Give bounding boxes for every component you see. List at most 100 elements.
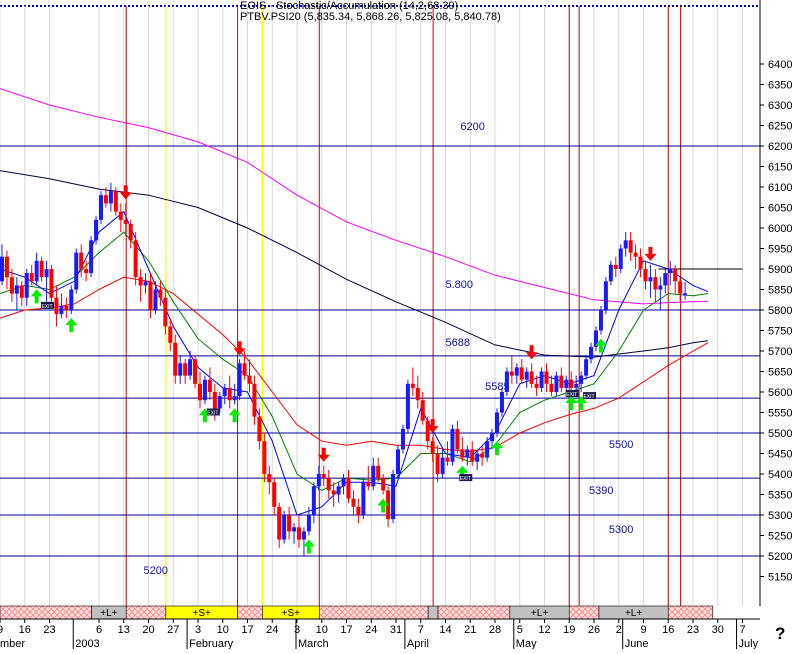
candle-body: [331, 490, 336, 495]
x-tick-label: 16: [19, 624, 31, 636]
candle-body: [678, 281, 683, 294]
candle-body: [564, 379, 569, 388]
signal-band: [667, 605, 714, 620]
x-tick-label: 2: [616, 624, 622, 636]
candle-body: [252, 383, 257, 417]
candle-body: [410, 383, 415, 388]
candle-body: [282, 515, 287, 540]
y-tick-label: 5200: [768, 551, 792, 563]
candle-body: [470, 449, 475, 462]
signal-band: [427, 605, 439, 620]
y-tick-label: 6300: [768, 100, 792, 112]
x-tick-label: 12: [538, 624, 550, 636]
candle-body: [529, 371, 534, 384]
chart-header: EOIS · Stochastic/Accumulation (14,2,68.…: [240, 0, 760, 24]
candle-body: [435, 453, 440, 474]
candle-body: [673, 269, 678, 282]
x-tick-label: 7: [418, 624, 424, 636]
candle-body: [193, 359, 198, 384]
candle-body: [321, 474, 326, 479]
x-tick-label: 21: [464, 624, 476, 636]
candle-body: [148, 281, 153, 310]
candle-body: [24, 273, 29, 298]
month-label: mber: [0, 638, 25, 649]
x-tick-label: 24: [266, 624, 278, 636]
exit-marker-label: EXIT: [207, 411, 218, 417]
candle-body: [346, 478, 351, 499]
candle-body: [69, 289, 74, 310]
candle-body: [519, 367, 524, 380]
candle-body: [668, 269, 673, 274]
y-tick-label: 5500: [768, 428, 792, 440]
x-tick-label: 10: [217, 624, 229, 636]
candle-body: [554, 375, 559, 392]
y-tick-label: 6250: [768, 121, 792, 133]
candle-body: [242, 363, 247, 376]
candle-body: [544, 371, 549, 384]
candle-body: [341, 478, 346, 487]
candle-body: [524, 371, 529, 380]
candle-body: [94, 219, 99, 241]
candle-body: [89, 240, 94, 274]
y-tick-label: 6150: [768, 162, 792, 174]
candle-body: [19, 285, 24, 298]
candle-body: [198, 383, 202, 401]
y-tick-label: 5400: [768, 469, 792, 481]
candle-body: [222, 387, 227, 397]
x-tick-label: 20: [142, 624, 154, 636]
signal-band-label: +S+: [282, 608, 301, 619]
exit-marker: EXIT: [41, 301, 55, 310]
candle-body: [138, 277, 143, 286]
candle-body: [123, 219, 128, 224]
candle-body: [311, 486, 316, 515]
candle-body: [183, 363, 188, 376]
month-label: May: [516, 638, 537, 649]
candle-body: [371, 465, 376, 487]
candle-body: [188, 359, 193, 376]
candle-body: [49, 269, 54, 298]
candle-body: [128, 223, 133, 241]
x-tick-label: 10: [316, 624, 328, 636]
x-tick-label: 27: [167, 624, 179, 636]
candle-body: [425, 420, 430, 442]
candle-body: [54, 297, 59, 315]
candle-body: [430, 441, 435, 454]
candle-body: [59, 305, 64, 315]
y-tick-label: 6200: [768, 141, 792, 153]
candle-body: [247, 375, 252, 384]
signal-band: [125, 605, 167, 620]
ohlc-readout: PTBV.PSI20 (5,835.34, 5,868.26, 5,825.08…: [240, 11, 501, 23]
level-label: 5300: [609, 524, 633, 536]
candle-body: [287, 515, 292, 532]
candle-body: [539, 371, 544, 388]
y-tick-label: 5650: [768, 367, 792, 379]
candle-body: [534, 383, 539, 388]
candle-body: [475, 453, 480, 462]
candle-body: [297, 527, 301, 540]
exit-marker: EXIT: [583, 392, 597, 400]
level-label: 5390: [589, 485, 613, 497]
candle-body: [9, 277, 14, 294]
candle-body: [237, 363, 242, 397]
candle-body: [232, 396, 237, 401]
y-tick-label: 5900: [768, 264, 792, 276]
help-icon[interactable]: ?: [775, 624, 785, 644]
candle-body: [465, 449, 470, 458]
candle-body: [405, 383, 410, 429]
candle-body: [400, 428, 405, 450]
candle-body: [113, 191, 118, 212]
candle-body: [504, 371, 509, 392]
signal-band: [0, 605, 92, 620]
candle-body: [613, 264, 618, 269]
candle-body: [598, 310, 603, 331]
candle-body: [514, 367, 519, 376]
signal-band: [318, 605, 429, 620]
y-tick-label: 6350: [768, 80, 792, 92]
candle-body: [584, 359, 589, 376]
candle-body: [173, 342, 178, 376]
x-tick-label: 3: [195, 624, 201, 636]
y-tick-label: 5950: [768, 244, 792, 256]
candle-body: [29, 273, 34, 282]
candle-body: [103, 195, 108, 204]
y-tick-label: 6400: [768, 59, 792, 71]
